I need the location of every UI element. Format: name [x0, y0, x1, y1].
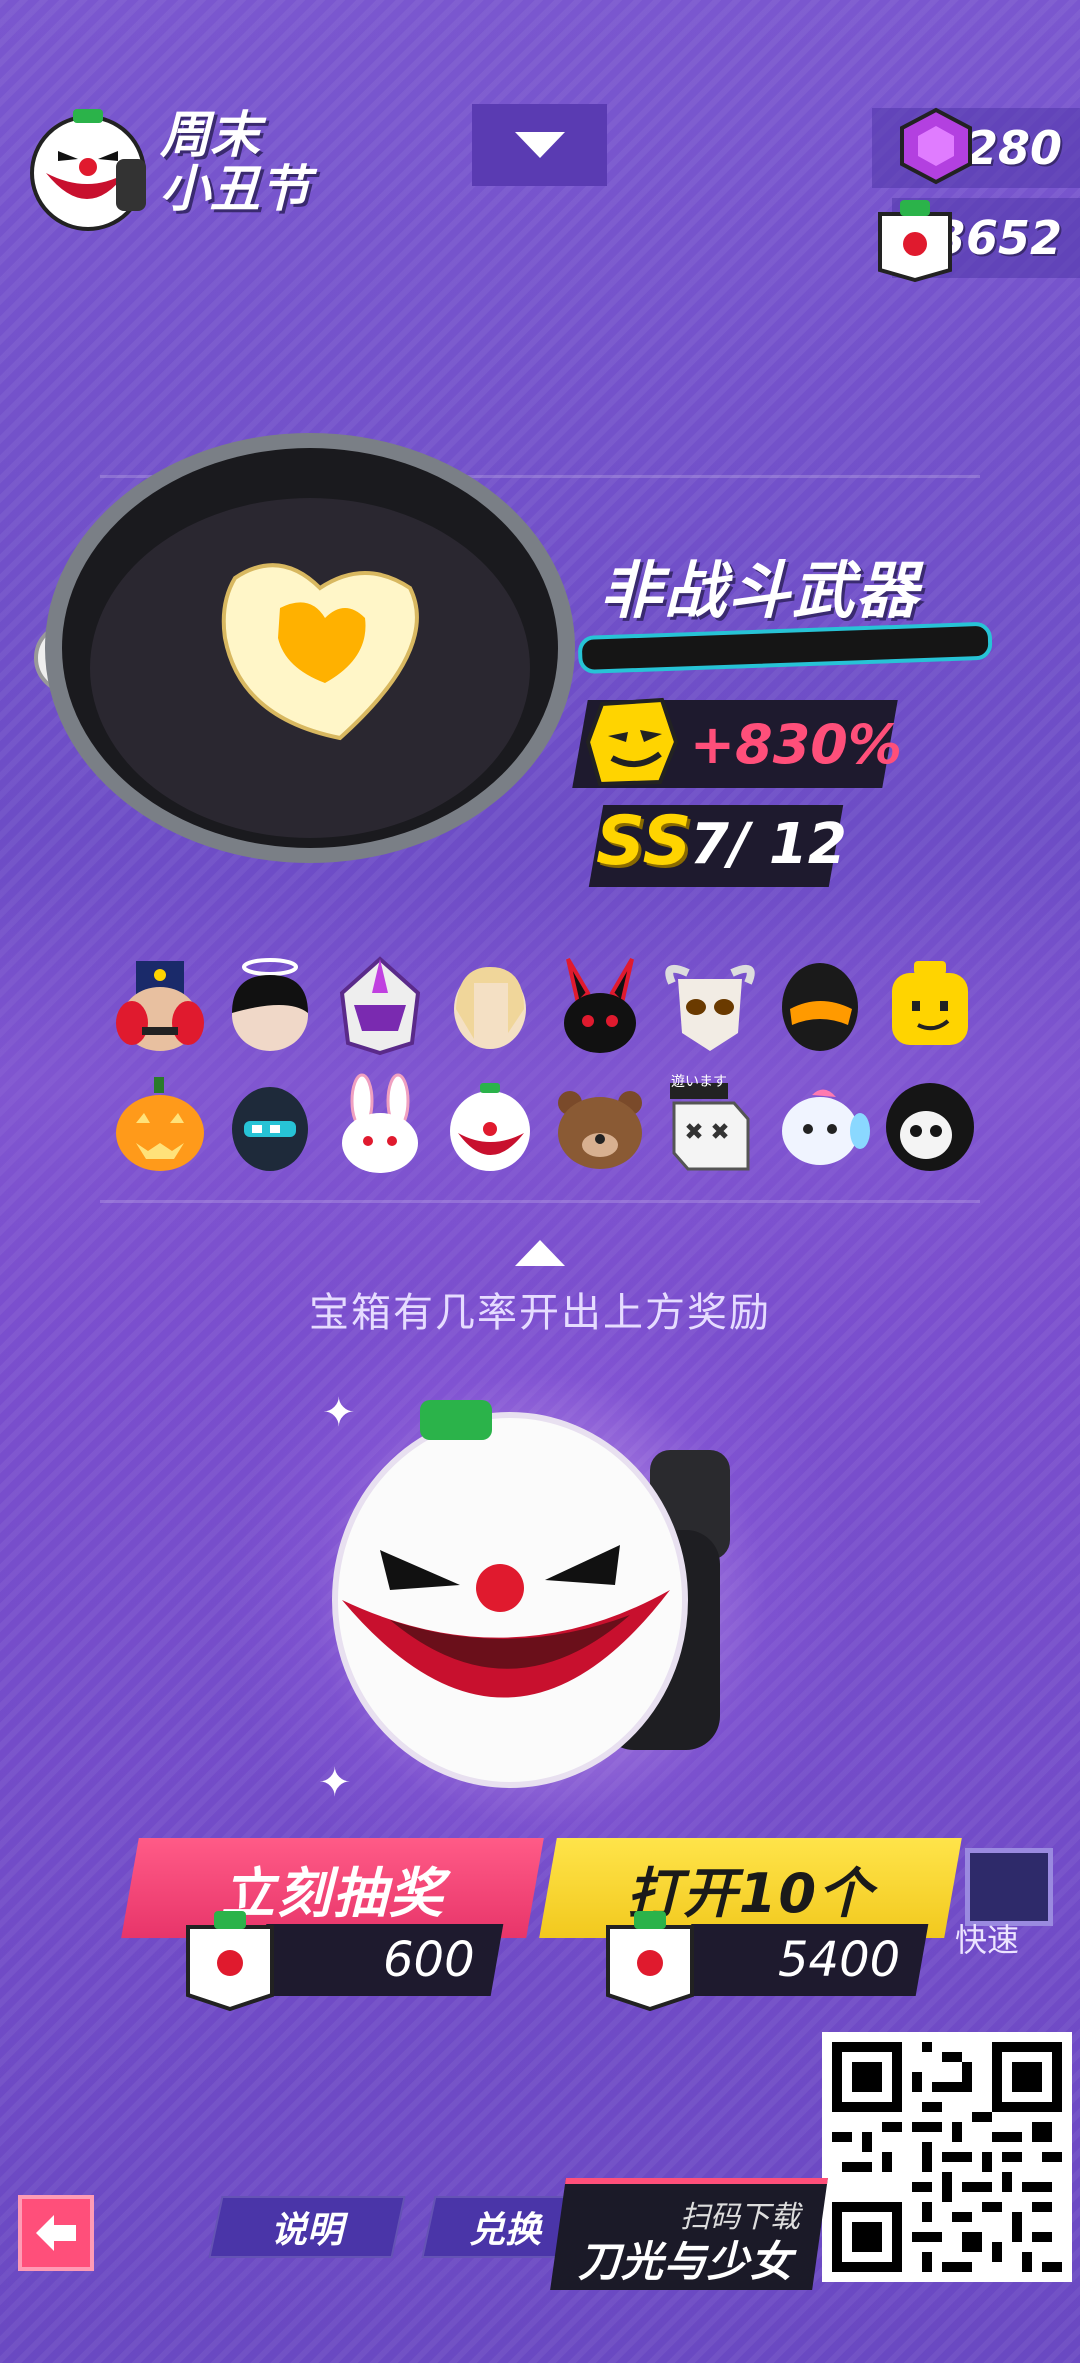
- brown-bear-icon[interactable]: [545, 1065, 655, 1185]
- clown-box-token-icon: [872, 196, 958, 283]
- draw-cost-value: 600: [383, 1932, 475, 1988]
- info-label: 说明: [270, 2210, 343, 2251]
- black-bunny-icon[interactable]: [545, 945, 655, 1065]
- hooded-skull-icon[interactable]: [875, 1065, 985, 1185]
- promo-game-title: 刀光与少女: [578, 2237, 794, 2286]
- weapon-name: 非战斗武器: [600, 554, 921, 627]
- bonus-value: +830%: [690, 712, 903, 776]
- knight-helmet-icon[interactable]: [215, 1065, 325, 1185]
- clown-crate-image[interactable]: [320, 1380, 790, 1800]
- blonde-hair-icon[interactable]: [435, 945, 545, 1065]
- nutcracker-head-icon[interactable]: [105, 945, 215, 1065]
- fast-mode-label: 快速: [955, 1921, 1020, 1959]
- purple-helmet-icon[interactable]: [325, 945, 435, 1065]
- horned-skull-icon[interactable]: [655, 945, 765, 1065]
- chevron-down-icon: [514, 132, 565, 158]
- event-title: 周末 小丑节: [160, 108, 370, 216]
- reward-hint-text: 宝箱有几率开出上方奖励: [309, 1290, 771, 1336]
- reward-grid: 遊います: [105, 945, 985, 1185]
- rank-count: 7/ 12: [690, 812, 847, 877]
- yellow-block-head-icon[interactable]: [875, 945, 985, 1065]
- download-qr-code: [822, 2032, 1072, 2282]
- event-title-line1: 周末: [160, 106, 260, 164]
- open-ten-cost: 5400: [678, 1924, 929, 1996]
- event-title-line2: 小丑节: [160, 160, 310, 218]
- box-head-icon[interactable]: 遊います: [655, 1065, 765, 1185]
- info-button[interactable]: 说明: [208, 2196, 406, 2258]
- white-bunny-icon[interactable]: [325, 1065, 435, 1185]
- pumpkin-head-icon[interactable]: [105, 1065, 215, 1185]
- arrow-left-icon: [36, 2215, 76, 2251]
- fish-head-icon[interactable]: [765, 1065, 875, 1185]
- back-button[interactable]: [18, 2195, 94, 2271]
- open-ten-cost-value: 5400: [777, 1932, 900, 1988]
- black-hair-halo-icon[interactable]: [215, 945, 325, 1065]
- chevron-up-icon[interactable]: [515, 1240, 565, 1266]
- exchange-label: 兑换: [468, 2210, 541, 2251]
- box-head-tag: 遊います: [671, 1074, 727, 1090]
- event-dropdown-button[interactable]: [472, 104, 607, 186]
- purple-gem-icon: [896, 106, 976, 186]
- frying-pan-image: [20, 418, 1000, 878]
- clown-crate-icon: [18, 95, 158, 235]
- smug-face-icon: [582, 692, 682, 792]
- divider-bottom: [100, 1200, 980, 1203]
- clown-mask-icon[interactable]: [435, 1065, 545, 1185]
- gem-count: 280: [965, 121, 1062, 175]
- clown-box-token-icon: [600, 1905, 700, 2013]
- black-visor-helmet-icon[interactable]: [765, 945, 875, 1065]
- rank-grade: SS: [596, 802, 692, 881]
- draw-cost: 600: [253, 1924, 504, 1996]
- clown-box-token-icon: [180, 1905, 280, 2013]
